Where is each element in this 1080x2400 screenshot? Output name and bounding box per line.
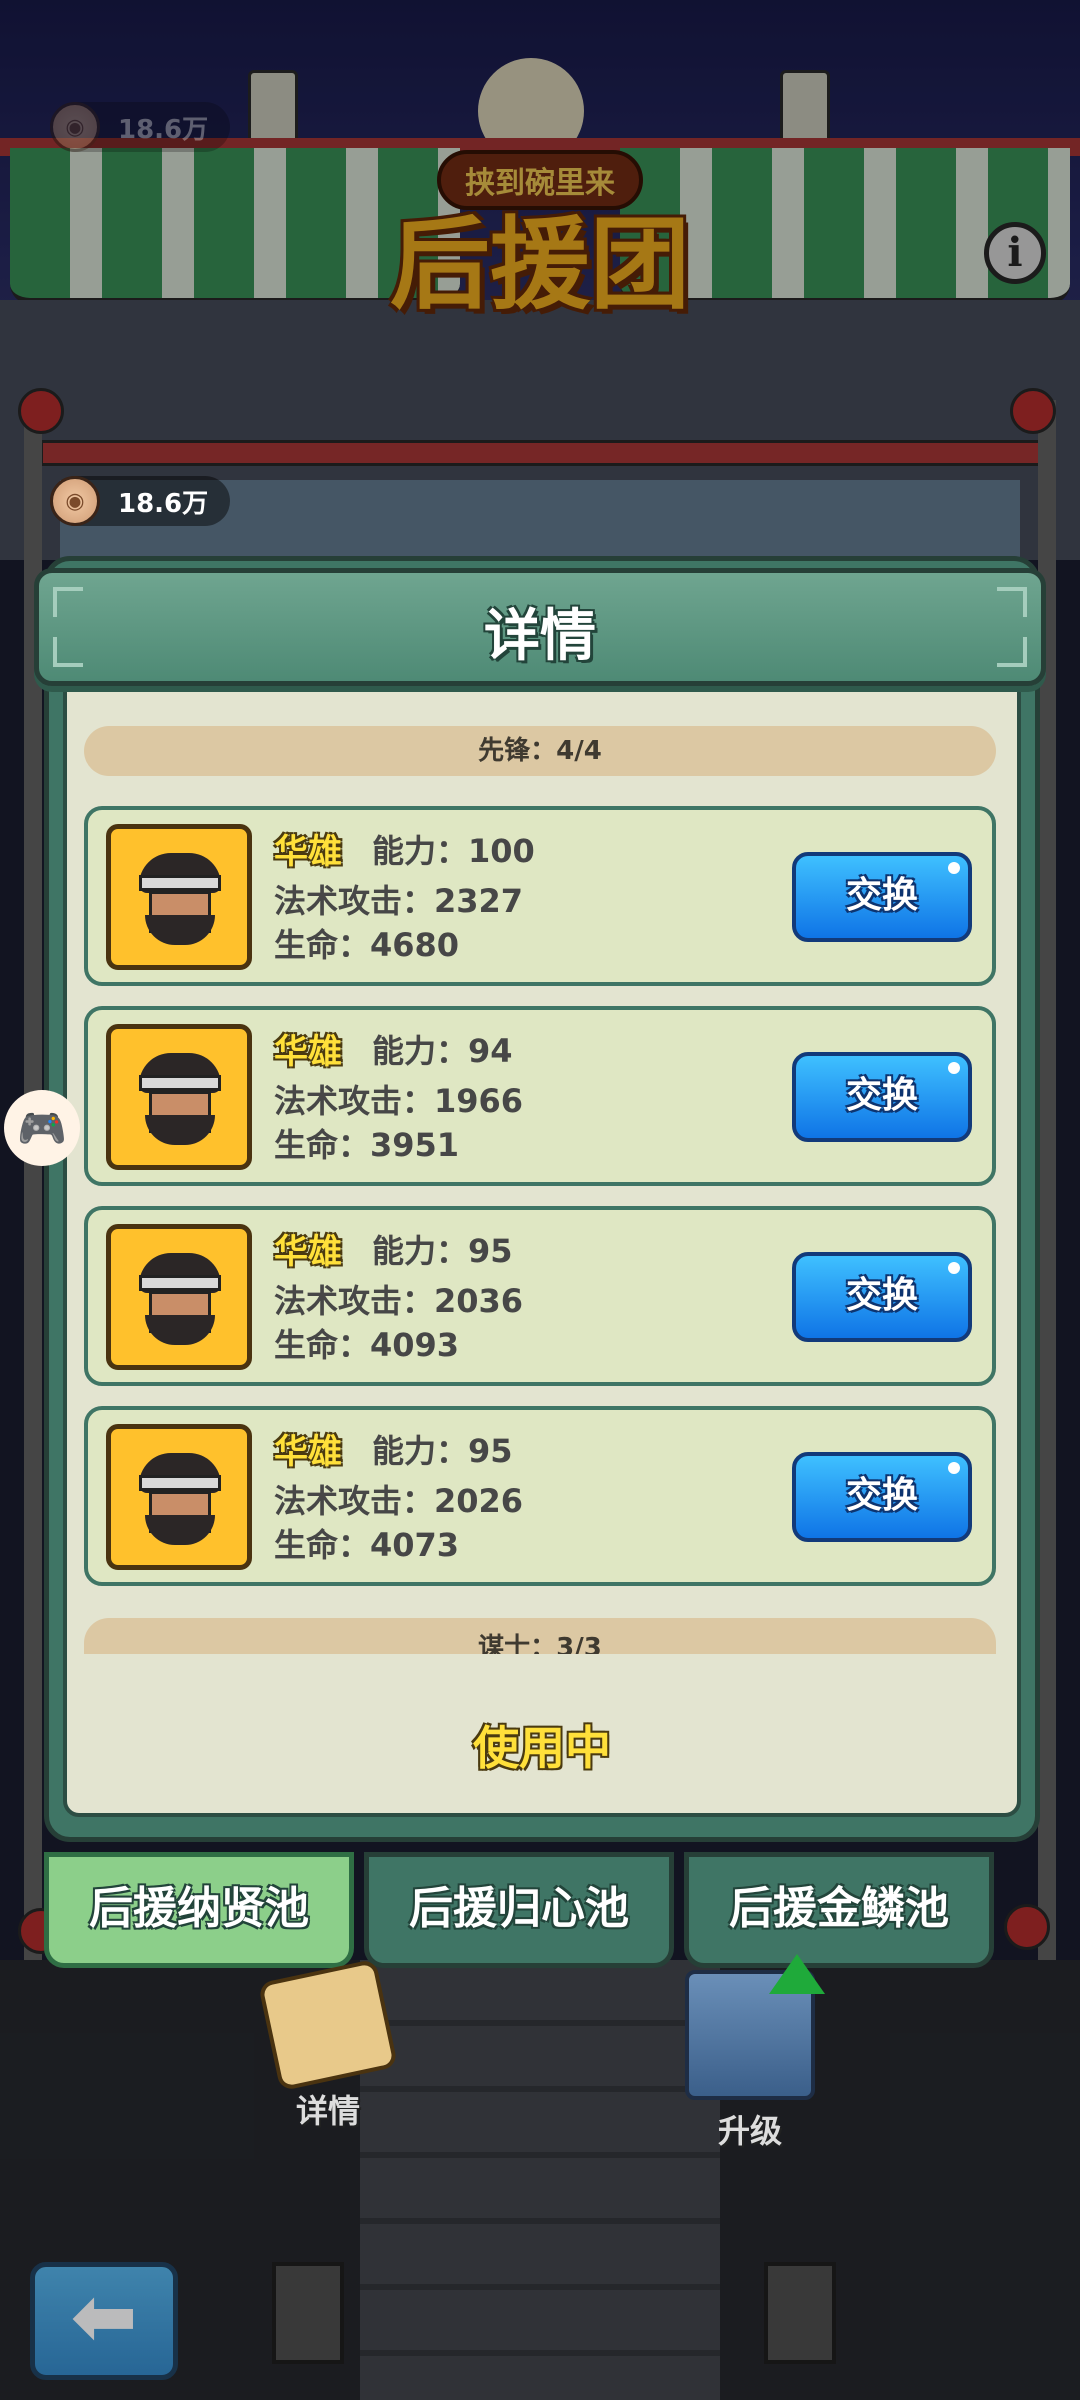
floating-game-button[interactable]: 🎮 [4, 1090, 80, 1166]
coin-amount: 18.6万 [118, 488, 209, 519]
swap-button[interactable]: 交换 [792, 1052, 972, 1142]
hero-magic-attack: 法术攻击：2036 [274, 1282, 524, 1320]
shine-dot [948, 862, 960, 874]
back-button[interactable]: ⬅ [30, 2262, 178, 2380]
hero-hp: 生命：4680 [274, 926, 460, 964]
swap-button[interactable]: 交换 [792, 852, 972, 942]
hero-hp: 生命：4073 [274, 1526, 460, 1564]
hero-avatar [139, 853, 221, 945]
hero-magic-attack: 法术攻击：2026 [274, 1482, 524, 1520]
shine-dot [948, 1462, 960, 1474]
coin-counter: ◉ 18.6万 [50, 476, 231, 526]
hero-avatar [139, 1053, 221, 1145]
hero-avatar [139, 1253, 221, 1345]
hero-card: 华雄 能力：94 法术攻击：1966 生命：3951 交换 [84, 1006, 996, 1186]
hero-magic-attack: 法术攻击：2327 [274, 882, 524, 920]
swap-button-label: 交换 [845, 1275, 918, 1316]
upgrade-shortcut[interactable]: 升级 [670, 1954, 830, 2152]
tab-golden-scale-pool[interactable]: 后援金鳞池 [684, 1852, 994, 1968]
shine-dot [948, 1262, 960, 1274]
coin-icon: ◉ [50, 476, 100, 526]
hero-name: 华雄 [274, 1032, 342, 1072]
swap-button-label: 交换 [845, 1075, 918, 1116]
hero-name: 华雄 [274, 832, 342, 872]
hero-portrait[interactable] [106, 1224, 252, 1370]
scroll-icon [257, 1958, 399, 2092]
section-header-vanguard: 先锋：4/4 [84, 726, 996, 776]
panel-title: 详情 [484, 604, 596, 669]
hero-ability: 能力：94 [372, 1032, 513, 1070]
details-label: 详情 [295, 2092, 360, 2130]
hero-card: 华雄 能力：100 法术攻击：2327 生命：4680 交换 [84, 806, 996, 986]
gamepad-icon: 🎮 [17, 1105, 67, 1152]
hero-avatar [139, 1453, 221, 1545]
hero-ability: 能力：100 [372, 832, 535, 870]
details-panel-header: 详情 [34, 568, 1046, 686]
in-use-status: 使用中 [473, 1721, 611, 1775]
hero-portrait[interactable] [106, 1024, 252, 1170]
hero-hp: 生命：3951 [274, 1126, 460, 1164]
swap-button[interactable]: 交换 [792, 1252, 972, 1342]
hero-ability: 能力：95 [372, 1232, 513, 1270]
hero-ability: 能力：95 [372, 1432, 513, 1470]
temple-icon [685, 1954, 825, 2100]
tab-recruit-pool[interactable]: 后援纳贤池 [44, 1852, 354, 1968]
shine-dot [948, 1062, 960, 1074]
back-arrow-icon: ⬅ [70, 2270, 138, 2363]
tab-loyalty-pool[interactable]: 后援归心池 [364, 1852, 674, 1968]
details-shortcut[interactable]: 详情 [248, 1958, 408, 2132]
swap-button[interactable]: 交换 [792, 1452, 972, 1542]
hero-portrait[interactable] [106, 1424, 252, 1570]
section-header-strategist: 谋士：3/3 [84, 1618, 996, 1654]
swap-button-label: 交换 [845, 875, 918, 916]
upgrade-label: 升级 [717, 2112, 782, 2150]
hero-name: 华雄 [274, 1432, 342, 1472]
hero-card: 华雄 能力：95 法术攻击：2026 生命：4073 交换 [84, 1406, 996, 1586]
upgrade-arrow-icon [769, 1954, 825, 1994]
swap-button-label: 交换 [845, 1475, 918, 1516]
hero-hp: 生命：4093 [274, 1326, 460, 1364]
hero-card: 华雄 能力：95 法术攻击：2036 生命：4093 交换 [84, 1206, 996, 1386]
hero-magic-attack: 法术攻击：1966 [274, 1082, 524, 1120]
hero-name: 华雄 [274, 1232, 342, 1272]
hero-portrait[interactable] [106, 824, 252, 970]
